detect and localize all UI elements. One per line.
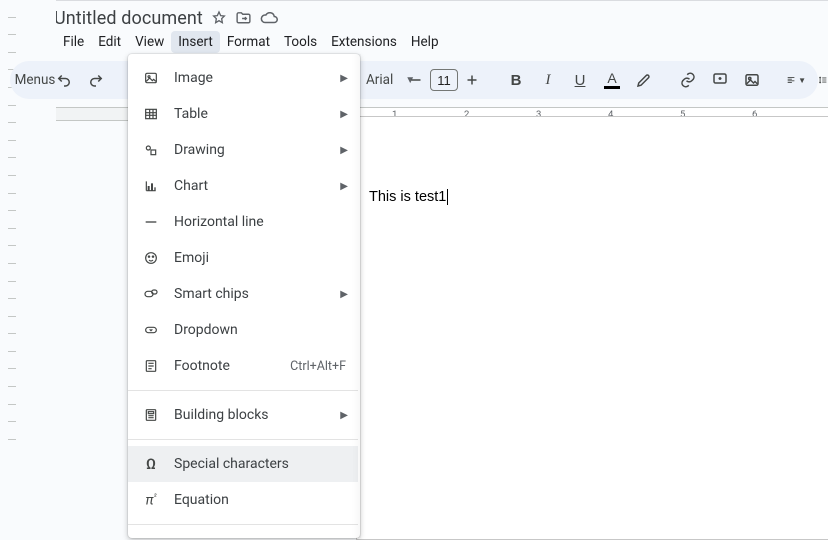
menu-tools[interactable]: Tools [277, 31, 324, 53]
menu-format[interactable]: Format [220, 31, 277, 53]
star-icon[interactable] [211, 10, 227, 26]
footnote-icon [142, 357, 160, 375]
insert-menu-item-label: Special characters [174, 456, 289, 472]
insert-menu-smart-chips[interactable]: Smart chips ▶ [128, 276, 358, 312]
insert-menu-watermark[interactable]: Watermark [128, 531, 358, 538]
search-menus-button[interactable]: Menus [18, 66, 46, 94]
menu-insert[interactable]: Insert [171, 31, 220, 53]
text-cursor [447, 189, 448, 205]
submenu-arrow-icon: ▶ [340, 289, 348, 300]
insert-menu-image[interactable]: Image ▶ [128, 60, 358, 96]
font-name-label: Arial [366, 72, 393, 88]
move-icon[interactable] [235, 10, 252, 27]
pi-icon: π² [142, 491, 160, 509]
text-color-button[interactable]: A [598, 66, 626, 94]
insert-menu-item-label: Dropdown [174, 322, 238, 338]
cloud-status-icon[interactable] [260, 9, 278, 27]
insert-menu-item-label: Emoji [174, 250, 209, 266]
dropdown-icon [142, 321, 160, 339]
document-title[interactable]: Untitled document [54, 8, 203, 29]
insert-link-button[interactable] [674, 66, 702, 94]
image-icon [142, 69, 160, 87]
insert-menu-table[interactable]: Table ▶ [128, 96, 358, 132]
menu-edit[interactable]: Edit [91, 31, 128, 53]
document-body-text[interactable]: This is test1 [369, 189, 448, 205]
menubar: FileEditViewInsertFormatToolsExtensionsH… [54, 31, 818, 53]
insert-menu-item-label: Table [174, 106, 208, 122]
highlight-color-button[interactable] [630, 66, 658, 94]
submenu-arrow-icon: ▶ [340, 410, 348, 421]
shortcut-label: Ctrl+Alt+F [290, 359, 346, 374]
insert-menu-building-blocks[interactable]: Building blocks ▶ [128, 397, 358, 433]
chart-icon [142, 177, 160, 195]
insert-menu-chart[interactable]: Chart ▶ [128, 168, 358, 204]
font-size-input[interactable] [430, 69, 458, 91]
italic-button[interactable]: I [534, 66, 562, 94]
insert-menu-item-label: Horizontal line [174, 214, 264, 230]
insert-menu-dropdown[interactable]: Dropdown [128, 312, 358, 348]
menu-help[interactable]: Help [404, 31, 446, 53]
submenu-arrow-icon: ▶ [340, 109, 348, 120]
insert-menu-horizontal-line[interactable]: Horizontal line [128, 204, 358, 240]
submenu-arrow-icon: ▶ [340, 181, 348, 192]
insert-menu-item-label: Drawing [174, 142, 225, 158]
insert-menu-item-label: Smart chips [174, 286, 249, 302]
insert-menu-equation[interactable]: π² Equation [128, 482, 358, 518]
line-spacing-button[interactable]: ▼ [814, 66, 828, 94]
table-icon [142, 105, 160, 123]
menu-view[interactable]: View [128, 31, 171, 53]
menu-file[interactable]: File [56, 31, 91, 53]
redo-button[interactable] [82, 66, 110, 94]
hr-icon [142, 213, 160, 231]
submenu-arrow-icon: ▶ [340, 73, 348, 84]
insert-menu-footnote[interactable]: Footnote Ctrl+Alt+F [128, 348, 358, 384]
bold-button[interactable]: B [502, 66, 530, 94]
font-family-select[interactable]: Arial ▼ [358, 66, 386, 94]
insert-menu-item-label: Building blocks [174, 407, 269, 423]
insert-menu-item-label: Equation [174, 492, 229, 508]
emoji-icon [142, 249, 160, 267]
insert-image-button[interactable] [738, 66, 766, 94]
document-page[interactable]: This is test1 [356, 116, 828, 540]
increase-font-size-button[interactable] [458, 66, 486, 94]
underline-button[interactable]: U [566, 66, 594, 94]
submenu-arrow-icon: ▶ [340, 145, 348, 156]
add-comment-button[interactable] [706, 66, 734, 94]
insert-menu-emoji[interactable]: Emoji [128, 240, 358, 276]
insert-menu-item-label: Chart [174, 178, 208, 194]
insert-menu-special-characters[interactable]: Ω Special characters [128, 446, 358, 482]
insert-menu-dropdown: Image ▶ Table ▶ Drawing ▶ Chart ▶ Horizontal lin… [128, 54, 360, 538]
insert-menu-item-label: Image [174, 70, 213, 86]
undo-button[interactable] [50, 66, 78, 94]
omega-icon: Ω [142, 455, 160, 473]
decrease-font-size-button[interactable] [402, 66, 430, 94]
drawing-icon [142, 141, 160, 159]
chips-icon [142, 285, 160, 303]
insert-menu-drawing[interactable]: Drawing ▶ [128, 132, 358, 168]
menu-extensions[interactable]: Extensions [324, 31, 404, 53]
blocks-icon [142, 406, 160, 424]
insert-menu-item-label: Footnote [174, 358, 230, 374]
align-button[interactable]: ▼ [782, 66, 810, 94]
